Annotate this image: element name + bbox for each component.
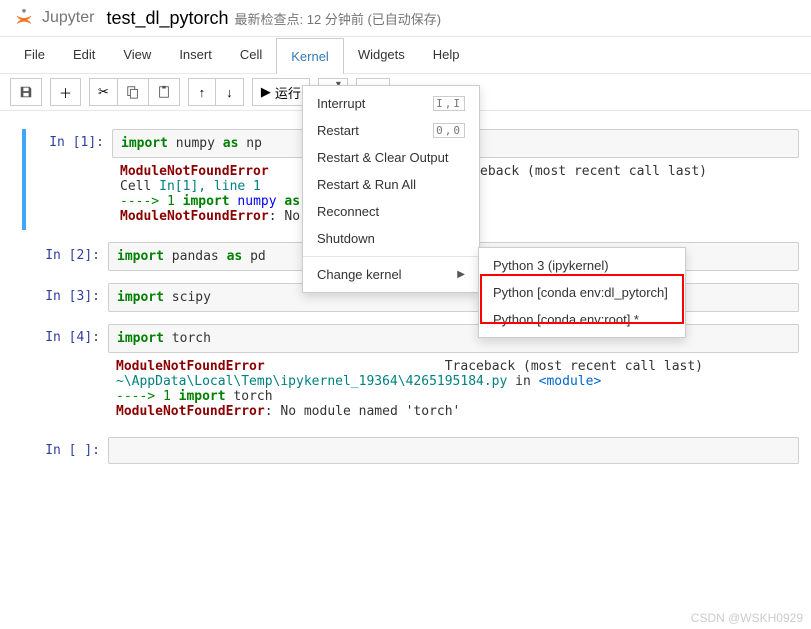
header: Jupyter test_dl_pytorch 最新检查点: 12 分钟前 (已… <box>0 0 811 37</box>
menu-help[interactable]: Help <box>419 37 474 73</box>
kernel-option[interactable]: Python 3 (ipykernel) <box>479 252 685 279</box>
kernel-menu-item[interactable]: Restart0,0 <box>303 117 479 144</box>
input-prompt: In [3]: <box>12 283 108 312</box>
kernel-menu-item[interactable]: InterruptI,I <box>303 90 479 117</box>
kernel-menu-item[interactable]: Shutdown <box>303 225 479 252</box>
jupyter-logo[interactable]: Jupyter <box>12 6 94 30</box>
output-prompt <box>12 353 108 425</box>
arrow-down-icon: ↓ <box>226 85 233 100</box>
chevron-right-icon: ▶ <box>457 269 465 280</box>
code-cell[interactable]: In [ ]: <box>12 437 799 464</box>
menu-separator <box>303 256 479 257</box>
paste-button[interactable] <box>149 78 180 106</box>
menu-insert[interactable]: Insert <box>165 37 226 73</box>
move-up-button[interactable]: ↑ <box>188 78 216 106</box>
plus-icon: ＋ <box>59 83 72 102</box>
menu-cell[interactable]: Cell <box>226 37 276 73</box>
menu-file[interactable]: File <box>10 37 59 73</box>
code-input[interactable]: import torch <box>108 324 799 353</box>
menu-view[interactable]: View <box>109 37 165 73</box>
output-area: ModuleNotFoundError Traceback (most rece… <box>108 353 799 425</box>
paste-icon <box>157 85 171 99</box>
code-cell[interactable]: In [4]:import torchModuleNotFoundError T… <box>12 324 799 425</box>
notebook-title[interactable]: test_dl_pytorch <box>106 8 228 29</box>
kernel-option[interactable]: Python [conda env:dl_pytorch] <box>479 279 685 306</box>
copy-icon <box>126 85 140 99</box>
input-prompt: In [4]: <box>12 324 108 353</box>
play-icon: ▶ <box>261 84 271 100</box>
kernel-menu-item[interactable]: Restart & Run All <box>303 171 479 198</box>
menubar: FileEditViewInsertCellKernelWidgetsHelp <box>0 37 811 74</box>
move-down-button[interactable]: ↓ <box>216 78 244 106</box>
kernel-option[interactable]: Python [conda env:root] * <box>479 306 685 333</box>
checkpoint-status: 最新检查点: 12 分钟前 (已自动保存) <box>235 9 442 28</box>
menu-kernel[interactable]: Kernel <box>276 38 344 74</box>
kernel-menu-item[interactable]: Reconnect <box>303 198 479 225</box>
output-prompt <box>16 158 112 230</box>
kernel-dropdown: InterruptI,IRestart0,0Restart & Clear Ou… <box>302 85 480 293</box>
menu-widgets[interactable]: Widgets <box>344 37 419 73</box>
code-input[interactable] <box>108 437 799 464</box>
cut-icon: ✂ <box>98 84 109 100</box>
copy-button[interactable] <box>118 78 149 106</box>
save-button[interactable] <box>10 78 42 106</box>
input-prompt: In [1]: <box>16 129 112 158</box>
add-cell-button[interactable]: ＋ <box>50 78 81 106</box>
change-kernel-item[interactable]: Change kernel▶ <box>303 261 479 288</box>
kernel-menu-item[interactable]: Restart & Clear Output <box>303 144 479 171</box>
logo-text: Jupyter <box>42 9 94 27</box>
watermark: CSDN @WSKH0929 <box>691 611 803 625</box>
arrow-up-icon: ↑ <box>199 85 206 100</box>
input-prompt: In [ ]: <box>12 437 108 464</box>
menu-edit[interactable]: Edit <box>59 37 109 73</box>
cut-button[interactable]: ✂ <box>89 78 118 106</box>
input-prompt: In [2]: <box>12 242 108 271</box>
save-icon <box>19 85 33 99</box>
run-label: 运行 <box>275 83 301 102</box>
change-kernel-submenu: Python 3 (ipykernel)Python [conda env:dl… <box>478 247 686 338</box>
jupyter-icon <box>12 6 36 30</box>
